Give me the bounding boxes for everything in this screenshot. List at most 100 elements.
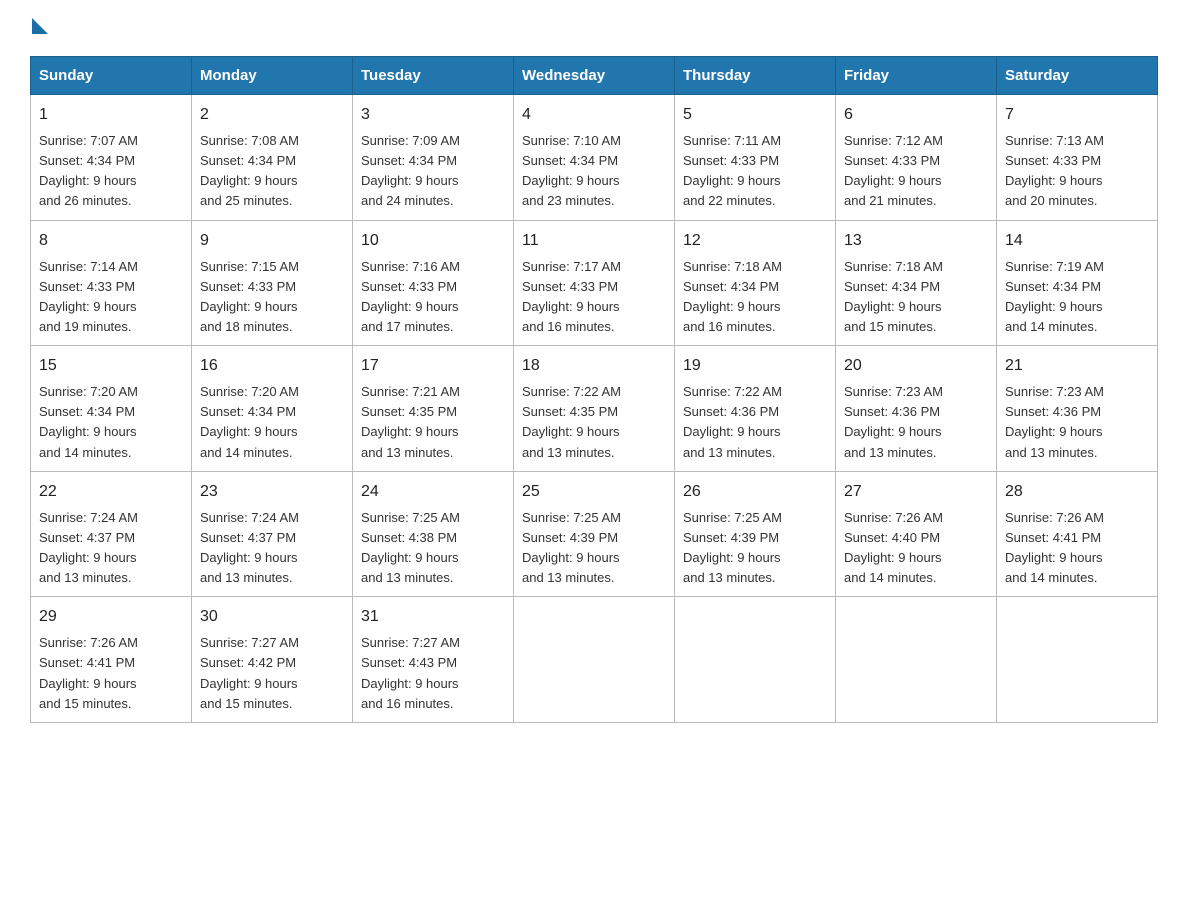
calendar-week-row: 22 Sunrise: 7:24 AMSunset: 4:37 PMDayligh… bbox=[31, 471, 1158, 597]
day-number: 31 bbox=[361, 605, 505, 629]
day-number: 5 bbox=[683, 103, 827, 127]
calendar-cell: 2 Sunrise: 7:08 AMSunset: 4:34 PMDaylight… bbox=[192, 95, 353, 221]
day-info: Sunrise: 7:17 AMSunset: 4:33 PMDaylight:… bbox=[522, 257, 666, 338]
calendar-cell bbox=[997, 597, 1158, 723]
day-info: Sunrise: 7:14 AMSunset: 4:33 PMDaylight:… bbox=[39, 257, 183, 338]
calendar-week-row: 1 Sunrise: 7:07 AMSunset: 4:34 PMDaylight… bbox=[31, 95, 1158, 221]
day-number: 1 bbox=[39, 103, 183, 127]
day-info: Sunrise: 7:11 AMSunset: 4:33 PMDaylight:… bbox=[683, 131, 827, 212]
calendar-cell: 5 Sunrise: 7:11 AMSunset: 4:33 PMDaylight… bbox=[675, 95, 836, 221]
day-info: Sunrise: 7:23 AMSunset: 4:36 PMDaylight:… bbox=[1005, 382, 1149, 463]
day-info: Sunrise: 7:18 AMSunset: 4:34 PMDaylight:… bbox=[683, 257, 827, 338]
day-info: Sunrise: 7:27 AMSunset: 4:42 PMDaylight:… bbox=[200, 633, 344, 714]
day-info: Sunrise: 7:20 AMSunset: 4:34 PMDaylight:… bbox=[39, 382, 183, 463]
day-number: 3 bbox=[361, 103, 505, 127]
day-number: 22 bbox=[39, 480, 183, 504]
day-number: 23 bbox=[200, 480, 344, 504]
day-info: Sunrise: 7:25 AMSunset: 4:38 PMDaylight:… bbox=[361, 508, 505, 589]
day-number: 26 bbox=[683, 480, 827, 504]
day-number: 19 bbox=[683, 354, 827, 378]
day-number: 20 bbox=[844, 354, 988, 378]
calendar-cell: 7 Sunrise: 7:13 AMSunset: 4:33 PMDaylight… bbox=[997, 95, 1158, 221]
day-info: Sunrise: 7:15 AMSunset: 4:33 PMDaylight:… bbox=[200, 257, 344, 338]
day-number: 2 bbox=[200, 103, 344, 127]
day-info: Sunrise: 7:20 AMSunset: 4:34 PMDaylight:… bbox=[200, 382, 344, 463]
calendar-cell bbox=[675, 597, 836, 723]
day-info: Sunrise: 7:26 AMSunset: 4:41 PMDaylight:… bbox=[1005, 508, 1149, 589]
calendar-cell: 25Sunrise: 7:25 AMSunset: 4:39 PMDayligh… bbox=[514, 471, 675, 597]
calendar-cell: 17Sunrise: 7:21 AMSunset: 4:35 PMDayligh… bbox=[353, 346, 514, 472]
calendar-cell: 18 Sunrise: 7:22 AMSunset: 4:35 PMDayligh… bbox=[514, 346, 675, 472]
calendar-header-tuesday: Tuesday bbox=[353, 57, 514, 95]
day-info: Sunrise: 7:23 AMSunset: 4:36 PMDaylight:… bbox=[844, 382, 988, 463]
calendar-cell: 19 Sunrise: 7:22 AMSunset: 4:36 PMDayligh… bbox=[675, 346, 836, 472]
calendar-cell: 26 Sunrise: 7:25 AMSunset: 4:39 PMDayligh… bbox=[675, 471, 836, 597]
day-number: 13 bbox=[844, 229, 988, 253]
calendar-cell: 20 Sunrise: 7:23 AMSunset: 4:36 PMDayligh… bbox=[836, 346, 997, 472]
calendar-cell: 13 Sunrise: 7:18 AMSunset: 4:34 PMDayligh… bbox=[836, 220, 997, 346]
day-info: Sunrise: 7:19 AMSunset: 4:34 PMDaylight:… bbox=[1005, 257, 1149, 338]
calendar-cell: 8 Sunrise: 7:14 AMSunset: 4:33 PMDaylight… bbox=[31, 220, 192, 346]
day-info: Sunrise: 7:22 AMSunset: 4:35 PMDaylight:… bbox=[522, 382, 666, 463]
calendar-cell: 16Sunrise: 7:20 AMSunset: 4:34 PMDayligh… bbox=[192, 346, 353, 472]
day-number: 18 bbox=[522, 354, 666, 378]
calendar-header-monday: Monday bbox=[192, 57, 353, 95]
day-info: Sunrise: 7:26 AMSunset: 4:40 PMDaylight:… bbox=[844, 508, 988, 589]
calendar-cell: 10 Sunrise: 7:16 AMSunset: 4:33 PMDayligh… bbox=[353, 220, 514, 346]
day-number: 27 bbox=[844, 480, 988, 504]
day-number: 17 bbox=[361, 354, 505, 378]
calendar-cell: 27 Sunrise: 7:26 AMSunset: 4:40 PMDayligh… bbox=[836, 471, 997, 597]
day-number: 12 bbox=[683, 229, 827, 253]
calendar-header-saturday: Saturday bbox=[997, 57, 1158, 95]
day-info: Sunrise: 7:27 AMSunset: 4:43 PMDaylight:… bbox=[361, 633, 505, 714]
calendar-cell bbox=[514, 597, 675, 723]
calendar-cell: 23 Sunrise: 7:24 AMSunset: 4:37 PMDayligh… bbox=[192, 471, 353, 597]
day-number: 28 bbox=[1005, 480, 1149, 504]
day-number: 9 bbox=[200, 229, 344, 253]
day-number: 7 bbox=[1005, 103, 1149, 127]
calendar-cell: 30 Sunrise: 7:27 AMSunset: 4:42 PMDayligh… bbox=[192, 597, 353, 723]
day-info: Sunrise: 7:08 AMSunset: 4:34 PMDaylight:… bbox=[200, 131, 344, 212]
calendar-table: SundayMondayTuesdayWednesdayThursdayFrid… bbox=[30, 56, 1158, 723]
page-header bbox=[30, 20, 1158, 36]
day-info: Sunrise: 7:07 AMSunset: 4:34 PMDaylight:… bbox=[39, 131, 183, 212]
calendar-cell: 11 Sunrise: 7:17 AMSunset: 4:33 PMDayligh… bbox=[514, 220, 675, 346]
calendar-cell: 9 Sunrise: 7:15 AMSunset: 4:33 PMDaylight… bbox=[192, 220, 353, 346]
calendar-cell: 12 Sunrise: 7:18 AMSunset: 4:34 PMDayligh… bbox=[675, 220, 836, 346]
day-info: Sunrise: 7:18 AMSunset: 4:34 PMDaylight:… bbox=[844, 257, 988, 338]
calendar-header-thursday: Thursday bbox=[675, 57, 836, 95]
calendar-cell: 3 Sunrise: 7:09 AMSunset: 4:34 PMDaylight… bbox=[353, 95, 514, 221]
calendar-header-friday: Friday bbox=[836, 57, 997, 95]
day-info: Sunrise: 7:12 AMSunset: 4:33 PMDaylight:… bbox=[844, 131, 988, 212]
day-number: 11 bbox=[522, 229, 666, 253]
calendar-week-row: 8 Sunrise: 7:14 AMSunset: 4:33 PMDaylight… bbox=[31, 220, 1158, 346]
day-number: 29 bbox=[39, 605, 183, 629]
calendar-cell: 6Sunrise: 7:12 AMSunset: 4:33 PMDaylight… bbox=[836, 95, 997, 221]
calendar-cell: 29Sunrise: 7:26 AMSunset: 4:41 PMDayligh… bbox=[31, 597, 192, 723]
day-info: Sunrise: 7:25 AMSunset: 4:39 PMDaylight:… bbox=[683, 508, 827, 589]
calendar-week-row: 29Sunrise: 7:26 AMSunset: 4:41 PMDayligh… bbox=[31, 597, 1158, 723]
day-number: 30 bbox=[200, 605, 344, 629]
day-number: 4 bbox=[522, 103, 666, 127]
day-number: 14 bbox=[1005, 229, 1149, 253]
day-info: Sunrise: 7:25 AMSunset: 4:39 PMDaylight:… bbox=[522, 508, 666, 589]
day-number: 8 bbox=[39, 229, 183, 253]
calendar-header-sunday: Sunday bbox=[31, 57, 192, 95]
day-info: Sunrise: 7:22 AMSunset: 4:36 PMDaylight:… bbox=[683, 382, 827, 463]
day-number: 24 bbox=[361, 480, 505, 504]
day-info: Sunrise: 7:24 AMSunset: 4:37 PMDaylight:… bbox=[200, 508, 344, 589]
day-info: Sunrise: 7:16 AMSunset: 4:33 PMDaylight:… bbox=[361, 257, 505, 338]
day-info: Sunrise: 7:10 AMSunset: 4:34 PMDaylight:… bbox=[522, 131, 666, 212]
logo-arrow-icon bbox=[32, 18, 48, 34]
calendar-cell bbox=[836, 597, 997, 723]
day-number: 10 bbox=[361, 229, 505, 253]
calendar-cell: 14 Sunrise: 7:19 AMSunset: 4:34 PMDayligh… bbox=[997, 220, 1158, 346]
logo bbox=[30, 20, 50, 36]
calendar-cell: 28 Sunrise: 7:26 AMSunset: 4:41 PMDayligh… bbox=[997, 471, 1158, 597]
calendar-header-wednesday: Wednesday bbox=[514, 57, 675, 95]
day-info: Sunrise: 7:09 AMSunset: 4:34 PMDaylight:… bbox=[361, 131, 505, 212]
calendar-cell: 1 Sunrise: 7:07 AMSunset: 4:34 PMDaylight… bbox=[31, 95, 192, 221]
calendar-week-row: 15Sunrise: 7:20 AMSunset: 4:34 PMDayligh… bbox=[31, 346, 1158, 472]
calendar-cell: 31 Sunrise: 7:27 AMSunset: 4:43 PMDayligh… bbox=[353, 597, 514, 723]
day-info: Sunrise: 7:13 AMSunset: 4:33 PMDaylight:… bbox=[1005, 131, 1149, 212]
